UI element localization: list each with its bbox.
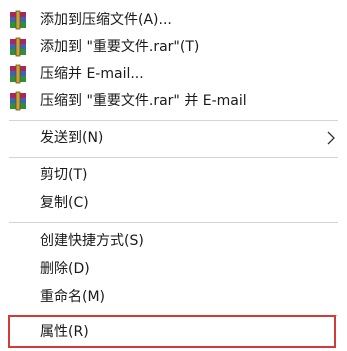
menu-separator xyxy=(9,120,338,121)
menu-item-add-to-archive[interactable]: 添加到压缩文件(A)... xyxy=(0,6,347,34)
menu-separator xyxy=(9,157,338,158)
winrar-archive-icon xyxy=(10,10,26,30)
menu-item-label: 复制(C) xyxy=(40,195,89,211)
highlight-box xyxy=(8,315,336,348)
winrar-archive-icon xyxy=(10,64,26,84)
menu-item-cut[interactable]: 剪切(T) xyxy=(0,161,347,189)
menu-item-label: 添加到 "重要文件.rar"(T) xyxy=(40,39,200,55)
menu-item-compress-to-rar-email[interactable]: 压缩到 "重要文件.rar" 并 E-mail xyxy=(0,87,347,115)
menu-item-label: 重命名(M) xyxy=(40,289,106,305)
menu-item-create-shortcut[interactable]: 创建快捷方式(S) xyxy=(0,227,347,255)
winrar-archive-icon xyxy=(10,91,26,111)
menu-separator xyxy=(9,222,338,223)
menu-item-compress-email[interactable]: 压缩并 E-mail... xyxy=(0,60,347,88)
menu-item-label: 删除(D) xyxy=(40,261,90,277)
menu-item-label: 创建快捷方式(S) xyxy=(40,233,144,249)
menu-item-label: 添加到压缩文件(A)... xyxy=(40,12,172,28)
menu-item-delete[interactable]: 删除(D) xyxy=(0,255,347,283)
menu-item-send-to[interactable]: 发送到(N) xyxy=(0,124,347,152)
context-menu: 添加到压缩文件(A)... 添加到 "重要文件.rar"(T) 压缩并 E-ma… xyxy=(0,0,347,351)
menu-item-label: 压缩到 "重要文件.rar" 并 E-mail xyxy=(40,93,247,109)
menu-item-label: 发送到(N) xyxy=(40,130,104,146)
menu-item-label: 剪切(T) xyxy=(40,167,88,183)
chevron-right-icon xyxy=(327,131,335,145)
menu-item-rename[interactable]: 重命名(M) xyxy=(0,283,347,311)
winrar-archive-icon xyxy=(10,37,26,57)
menu-item-copy[interactable]: 复制(C) xyxy=(0,189,347,217)
menu-item-label: 压缩并 E-mail... xyxy=(40,66,144,82)
menu-item-add-to-rar[interactable]: 添加到 "重要文件.rar"(T) xyxy=(0,33,347,61)
